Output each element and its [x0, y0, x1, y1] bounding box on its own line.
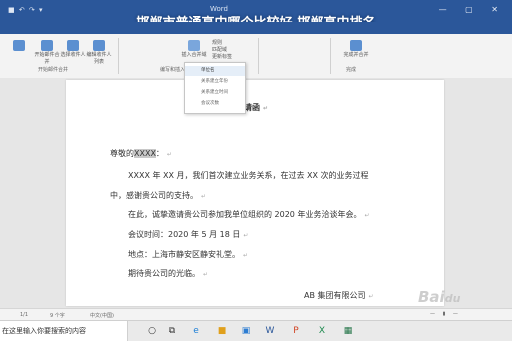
status-words[interactable]: 9 个字	[50, 312, 65, 319]
ribbon-button-edit-recipients[interactable]: 编辑收件人列表	[86, 40, 112, 66]
store-icon[interactable]: ▣	[240, 325, 252, 337]
cortana-icon[interactable]: ○	[146, 325, 158, 337]
watermark-logo: Baidu	[418, 288, 461, 306]
list-icon	[93, 40, 105, 51]
taskbar-search-input[interactable]: 在这里输入你要搜索的内容	[0, 321, 128, 341]
taskbar: 在这里输入你要搜索的内容 ○ ⧉ e ■ ▣ W P X ▦	[0, 320, 512, 341]
merge-field-highlight[interactable]: XXXX	[134, 149, 156, 158]
ribbon-button-finish-merge[interactable]: 完成并合并	[340, 40, 372, 59]
paragraph-mark-icon: ↵	[263, 105, 269, 112]
dropdown-item[interactable]: 单位名	[185, 66, 245, 76]
powerpoint-icon[interactable]: P	[290, 325, 302, 337]
ribbon-small-buttons[interactable]: 规则 匹配域 更新标签	[212, 40, 252, 61]
ribbon-button-start-merge[interactable]: 开始邮件合并	[34, 40, 60, 66]
match-fields-button[interactable]: 匹配域	[212, 47, 252, 54]
doc-salutation[interactable]: 尊敬的XXXX： ↵	[110, 148, 172, 159]
merge-field-dropdown: 单位名 关系建立年份 关系建立时间 会议次数	[184, 62, 246, 114]
doc-para2[interactable]: 在此，诚挚邀请贵公司参加我单位组织的 2020 年业务洽谈年会。 ↵	[128, 209, 369, 220]
dropdown-item[interactable]: 关系建立年份	[185, 77, 245, 87]
dropdown-item[interactable]: 关系建立时间	[185, 88, 245, 98]
ribbon-divider	[258, 38, 259, 74]
status-page[interactable]: 1/1	[20, 312, 28, 318]
ribbon-divider	[330, 38, 331, 74]
doc-para1-line2[interactable]: 中，感谢贵公司的支持。 ↵	[110, 190, 206, 201]
document-icon	[41, 40, 53, 51]
doc-place[interactable]: 地点：上海市静安区静安礼堂。 ↵	[128, 249, 248, 260]
paragraph-mark-icon: ↵	[364, 212, 370, 219]
ribbon-tabs[interactable]	[0, 22, 512, 34]
word-icon[interactable]: W	[264, 325, 276, 337]
paragraph-mark-icon: ↵	[201, 193, 207, 200]
status-language[interactable]: 中文(中国)	[90, 312, 114, 319]
excel-icon[interactable]: X	[316, 325, 328, 337]
doc-signature[interactable]: AB 集团有限公司 ↵	[304, 290, 374, 301]
zoom-slider[interactable]: — ▮ —	[430, 311, 461, 317]
rules-button[interactable]: 规则	[212, 40, 252, 47]
people-icon	[67, 40, 79, 51]
envelope-icon	[13, 40, 25, 51]
ribbon-button-insert-field[interactable]: 插入合并域	[180, 40, 208, 59]
doc-closing[interactable]: 期待贵公司的光临。 ↵	[128, 268, 208, 279]
dropdown-item[interactable]: 会议次数	[185, 99, 245, 109]
paragraph-mark-icon: ↵	[203, 271, 209, 278]
folder-icon[interactable]: ■	[216, 325, 228, 337]
update-labels-button[interactable]: 更新标签	[212, 54, 252, 61]
ribbon-divider	[118, 38, 119, 74]
paragraph-mark-icon: ↵	[368, 293, 374, 300]
paragraph-mark-icon: ↵	[243, 252, 249, 259]
ribbon-button-select-recipients[interactable]: 选择收件人	[60, 40, 86, 59]
group-label-finish: 完成	[346, 67, 357, 73]
edge-icon[interactable]: e	[190, 325, 202, 337]
finish-merge-icon	[350, 40, 362, 51]
task-view-icon[interactable]: ⧉	[166, 325, 178, 337]
group-label-start: 开始邮件合并	[38, 67, 69, 73]
doc-time[interactable]: 会议时间：2020 年 5 月 18 日 ↵	[128, 229, 248, 240]
insert-field-icon	[188, 40, 200, 51]
ribbon-button-envelope[interactable]	[6, 40, 32, 52]
paragraph-mark-icon: ↵	[166, 151, 172, 158]
doc-para1-line1[interactable]: XXXX 年 XX 月，我们首次建立业务关系，在过去 XX 次的业务过程	[128, 170, 369, 181]
app-icon[interactable]: ▦	[342, 325, 354, 337]
paragraph-mark-icon: ↵	[243, 232, 249, 239]
